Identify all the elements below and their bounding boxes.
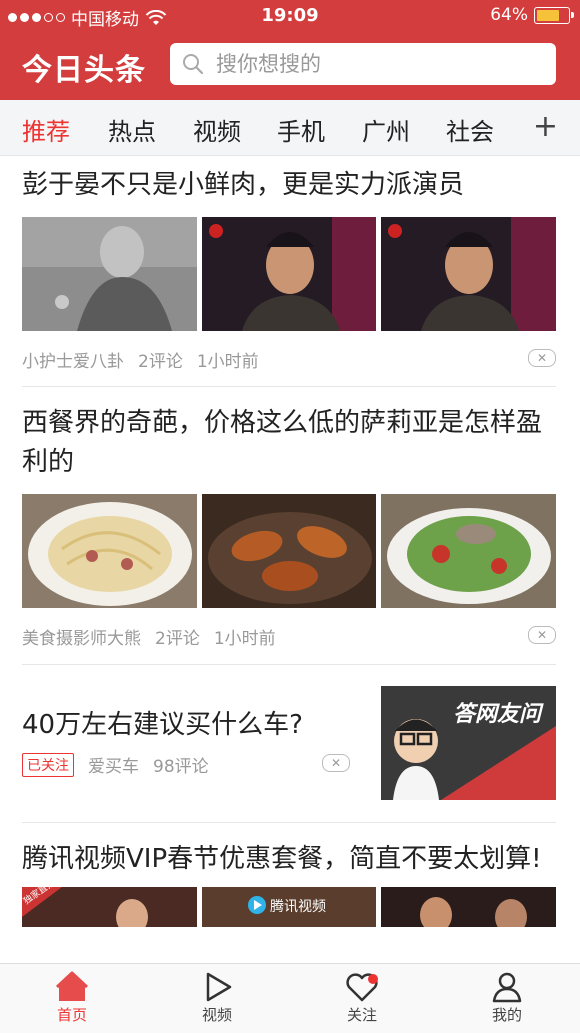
thumb-label-tencent: 腾讯视频 <box>270 898 326 915</box>
news-item[interactable]: 40万左右建议买什么车? 已关注 爱买车 98评论 ✕ 答网友问 <box>22 686 556 800</box>
nav-mine-label: 我的 <box>491 1006 522 1024</box>
add-channel-icon[interactable]: + <box>533 112 558 142</box>
tab-phone[interactable]: 手机 <box>277 112 325 147</box>
news-thumbnail[interactable] <box>22 494 197 608</box>
tab-society[interactable]: 社会 <box>446 112 494 147</box>
news-item[interactable]: 彭于晏不只是小鲜肉，更是实力派演员 小护士爱八卦 2评论 1小时前 ✕ <box>22 166 557 372</box>
dismiss-icon[interactable]: ✕ <box>322 754 350 772</box>
nav-video[interactable]: 视频 <box>177 970 257 1025</box>
news-source[interactable]: 小护士爱八卦 <box>22 347 124 372</box>
news-thumbnail[interactable] <box>381 494 557 608</box>
news-title[interactable]: 40万左右建议买什么车? <box>22 706 362 745</box>
play-icon <box>206 972 232 1002</box>
status-bar: 中国移动 19:09 64% <box>0 0 580 32</box>
news-source[interactable]: 美食摄影师大熊 <box>22 624 141 649</box>
nav-home[interactable]: 首页 <box>32 970 112 1025</box>
app-logo[interactable]: 今日头条 <box>22 45 146 89</box>
divider <box>22 822 556 823</box>
news-title[interactable]: 彭于晏不只是小鲜肉，更是实力派演员 <box>22 166 556 205</box>
publish-time: 1小时前 <box>196 352 259 372</box>
dismiss-icon[interactable]: ✕ <box>528 626 556 644</box>
search-icon <box>183 54 204 75</box>
news-thumbnail[interactable]: 腾讯视频 <box>201 887 377 927</box>
nav-follow[interactable]: 关注 <box>322 970 402 1025</box>
news-thumbnail[interactable]: 答网友问 <box>381 686 556 800</box>
news-source[interactable]: 爱买车 <box>88 752 139 777</box>
category-tabs: 推荐 热点 视频 手机 广州 社会 + <box>0 100 580 156</box>
comment-count: 2评论 <box>138 352 183 372</box>
dismiss-icon[interactable]: ✕ <box>528 349 556 367</box>
tab-guangzhou[interactable]: 广州 <box>362 112 410 147</box>
nav-follow-label: 关注 <box>346 1006 377 1024</box>
comment-count: 98评论 <box>153 757 209 777</box>
divider <box>22 386 556 387</box>
comment-count: 2评论 <box>155 629 200 649</box>
search-input[interactable] <box>214 51 548 77</box>
user-icon <box>492 972 522 1003</box>
home-icon <box>55 971 89 1001</box>
notification-dot <box>368 974 378 984</box>
tab-hot[interactable]: 热点 <box>108 112 156 147</box>
divider <box>22 664 556 665</box>
top-header: 中国移动 19:09 64% 今日头条 <box>0 0 580 100</box>
nav-home-label: 首页 <box>56 1006 87 1024</box>
news-thumbnail[interactable] <box>22 217 197 331</box>
news-item[interactable]: 西餐界的奇葩，价格这么低的萨莉亚是怎样盈利的 美食摄影师大熊 2评论 1小时前 … <box>22 404 557 649</box>
battery-percent: 64% <box>490 5 528 25</box>
search-bar[interactable] <box>170 43 556 85</box>
nav-video-label: 视频 <box>201 1006 232 1024</box>
tab-video[interactable]: 视频 <box>193 112 241 147</box>
news-thumbnail[interactable]: 独家直播 <box>22 887 197 927</box>
publish-time: 1小时前 <box>213 629 276 649</box>
news-thumbnail[interactable] <box>201 494 377 608</box>
battery-icon <box>534 6 574 24</box>
news-thumbnail[interactable] <box>201 217 377 331</box>
thumb-caption: 答网友问 <box>453 701 544 727</box>
bottom-tab-bar: 首页 视频 关注 我的 <box>0 963 580 1033</box>
news-thumbnail[interactable] <box>381 217 557 331</box>
tab-recommend[interactable]: 推荐 <box>22 112 70 147</box>
news-title[interactable]: 西餐界的奇葩，价格这么低的萨莉亚是怎样盈利的 <box>22 404 556 482</box>
news-title[interactable]: 腾讯视频VIP春节优惠套餐，简直不要太划算! <box>22 840 556 879</box>
followed-badge: 已关注 <box>22 752 74 777</box>
news-thumbnail[interactable] <box>381 887 557 927</box>
news-item[interactable]: 腾讯视频VIP春节优惠套餐，简直不要太划算! 独家直播 腾讯视频 <box>22 840 557 927</box>
nav-mine[interactable]: 我的 <box>467 970 547 1025</box>
